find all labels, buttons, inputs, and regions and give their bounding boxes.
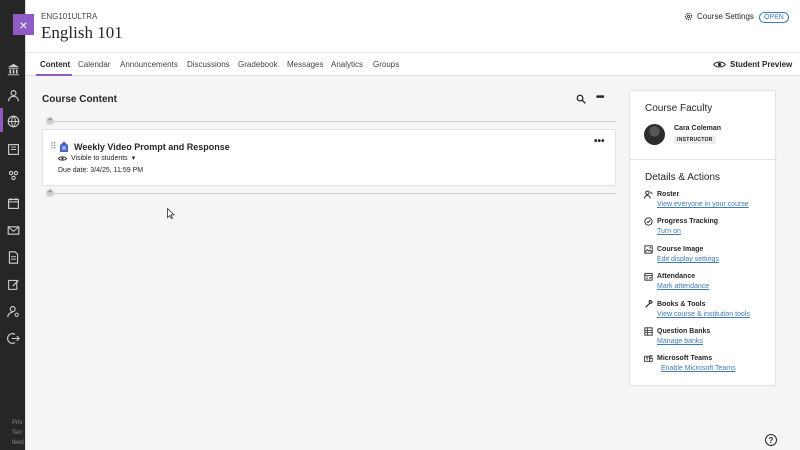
active-tab-indicator <box>36 74 72 76</box>
check-circle-icon <box>644 217 653 226</box>
calendar-icon[interactable] <box>6 196 20 210</box>
role-badge: INSTRUCTOR <box>674 136 716 144</box>
item-more-options-button[interactable]: ••• <box>594 136 605 147</box>
assignment-icon <box>60 141 68 152</box>
user-settings-icon[interactable] <box>6 304 20 318</box>
course-settings-label: Course Settings <box>697 12 754 21</box>
student-preview-label: Student Preview <box>730 60 793 69</box>
action-attendance: Attendance Mark attendance <box>644 272 774 290</box>
faculty-name[interactable]: Cara Coleman <box>674 125 721 132</box>
question-banks-label: Question Banks <box>657 328 711 335</box>
footer-feedback-link[interactable]: feed <box>12 438 24 448</box>
tab-announcements[interactable]: Announcements <box>120 60 178 69</box>
details-actions-heading: Details & Actions <box>645 172 721 183</box>
attendance-link[interactable]: Mark attendance <box>657 283 774 290</box>
edit-icon[interactable] <box>6 277 20 291</box>
eye-icon <box>58 155 67 161</box>
messages-icon[interactable] <box>6 223 20 237</box>
question-banks-link[interactable]: Manage banks <box>657 338 774 345</box>
drag-handle-icon[interactable]: ⠿ <box>50 141 57 152</box>
action-progress-tracking: Progress Tracking Turn on <box>644 217 774 235</box>
add-content-divider-bottom <box>50 193 616 194</box>
microsoft-teams-label: Microsoft Teams <box>657 355 713 362</box>
preview-icon <box>713 61 726 68</box>
student-preview-button[interactable]: Student Preview <box>713 60 792 69</box>
tab-gradebook[interactable]: Gradebook <box>238 60 278 69</box>
course-code: ENG101ULTRA <box>41 12 98 21</box>
microsoft-teams-link[interactable]: Enable Microsoft Teams <box>661 365 774 372</box>
tab-calendar[interactable]: Calendar <box>78 60 110 69</box>
help-icon[interactable]: ? <box>765 434 777 446</box>
course-header: × ENG101ULTRA English 101 Course Setting… <box>13 0 800 52</box>
books-tools-link[interactable]: View course & institution tools <box>657 311 774 318</box>
grades-icon[interactable] <box>6 250 20 264</box>
left-navigation: Priv Terr feed <box>0 0 25 450</box>
course-image-label: Course Image <box>657 246 704 253</box>
avatar[interactable] <box>644 124 665 145</box>
progress-tracking-label: Progress Tracking <box>657 218 719 225</box>
add-content-divider-top <box>50 121 616 122</box>
close-course-button[interactable]: × <box>13 14 34 35</box>
action-course-image: Course Image Edit display settings <box>644 245 774 263</box>
status-badge[interactable]: OPEN <box>759 12 789 23</box>
tab-messages[interactable]: Messages <box>287 60 323 69</box>
groups-icon[interactable] <box>6 168 20 182</box>
tab-discussions[interactable]: Discussions <box>187 60 230 69</box>
sign-out-icon[interactable] <box>6 331 20 345</box>
footer-terms-link[interactable]: Terr <box>12 428 24 438</box>
visibility-dropdown[interactable]: Visible to students ▾ <box>58 154 135 162</box>
chevron-down-icon: ▾ <box>131 155 136 162</box>
tab-content[interactable]: Content <box>40 60 70 69</box>
course-settings-button[interactable]: Course Settings <box>684 12 754 21</box>
content-item-card[interactable]: ⠿ Weekly Video Prompt and Response ••• V… <box>42 129 616 186</box>
close-icon: × <box>19 16 28 33</box>
profile-icon[interactable] <box>6 88 20 102</box>
search-icon[interactable] <box>576 94 586 104</box>
action-question-banks: Question Banks Manage banks <box>644 327 774 345</box>
institution-icon[interactable] <box>6 62 20 76</box>
attendance-icon <box>644 272 653 281</box>
active-nav-indicator <box>0 108 3 132</box>
tab-groups[interactable]: Groups <box>373 60 399 69</box>
attendance-label: Attendance <box>657 273 696 280</box>
action-microsoft-teams: Microsoft Teams Enable Microsoft Teams <box>644 354 774 372</box>
teams-icon <box>644 354 653 363</box>
roster-link[interactable]: View everyone in your course <box>657 201 774 208</box>
footer-privacy-link[interactable]: Priv <box>12 418 24 428</box>
courses-icon[interactable] <box>6 142 20 156</box>
course-tabs: Content Calendar Announcements Discussio… <box>26 52 800 76</box>
page-title: English 101 <box>41 23 123 42</box>
image-icon <box>644 245 653 254</box>
globe-icon[interactable] <box>6 114 20 128</box>
banks-icon <box>644 327 653 336</box>
visibility-label: Visible to students <box>71 154 128 162</box>
books-tools-label: Books & Tools <box>657 301 706 308</box>
details-sidebar: Course Faculty Cara Coleman INSTRUCTOR D… <box>629 90 777 386</box>
sidebar-divider <box>630 159 777 160</box>
gear-icon <box>684 12 693 21</box>
course-image-link[interactable]: Edit display settings <box>657 256 774 263</box>
content-more-options-button[interactable]: ••• <box>596 92 604 103</box>
course-faculty-heading: Course Faculty <box>645 103 713 114</box>
roster-label: Roster <box>657 191 680 198</box>
course-content-heading: Course Content <box>42 94 117 105</box>
roster-icon <box>644 190 653 199</box>
due-date: Due date: 3/4/25, 11:59 PM <box>58 167 144 174</box>
tools-icon <box>645 300 653 308</box>
left-footer-links: Priv Terr feed <box>12 418 24 448</box>
content-item-title[interactable]: Weekly Video Prompt and Response <box>74 142 230 152</box>
action-roster: Roster View everyone in your course <box>644 190 774 208</box>
action-books-tools: Books & Tools View course & institution … <box>644 300 774 318</box>
mouse-pointer-icon <box>167 208 175 219</box>
tab-analytics[interactable]: Analytics <box>331 60 363 69</box>
progress-tracking-link[interactable]: Turn on <box>657 228 774 235</box>
course-panel: × ENG101ULTRA English 101 Course Setting… <box>13 0 800 450</box>
